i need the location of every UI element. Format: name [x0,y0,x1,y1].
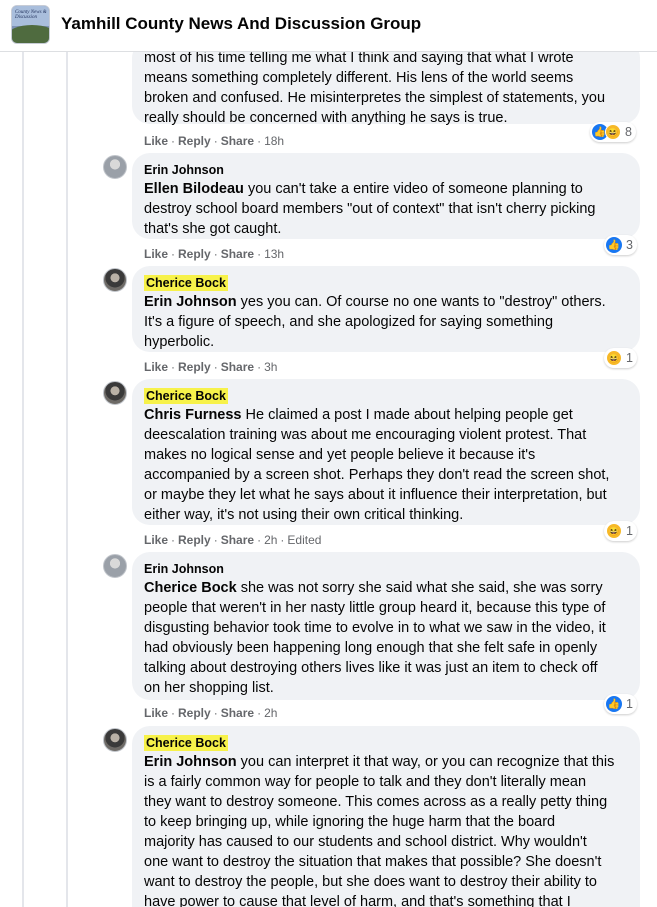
thread-line-inner [66,52,68,907]
comment-bubble: Erin Johnson Cherice Bock she was not so… [132,552,640,700]
mention-link[interactable]: Erin Johnson [144,294,237,310]
reply-button[interactable]: Reply [178,706,211,720]
reply-button[interactable]: Reply [178,533,211,547]
avatar[interactable] [103,381,127,405]
reaction-count: 1 [626,351,633,365]
mention-link[interactable]: Chris Furness [144,407,242,423]
reaction-count: 1 [626,524,633,538]
group-cover-thumbnail[interactable]: County News & Discussion [11,5,50,44]
comment-author[interactable]: Cherice Bock [144,735,228,751]
share-button[interactable]: Share [221,706,254,720]
avatar[interactable] [103,268,127,292]
reply-button[interactable]: Reply [178,247,211,261]
comment-actions: Like · Reply · Share · 2h · Edited [144,533,322,547]
reply-button[interactable]: Reply [178,360,211,374]
like-button[interactable]: Like [144,247,168,261]
comment-author[interactable]: Erin Johnson [144,561,224,577]
group-thumb-text: County News & Discussion [15,10,47,20]
reaction-count: 8 [625,125,632,139]
avatar[interactable] [103,155,127,179]
thread-line-outer [22,52,24,907]
share-button[interactable]: Share [221,247,254,261]
comment-text: Cherice Bock she was not sorry she said … [144,580,606,696]
comment-actions: Like · Reply · Share · 13h [144,247,285,261]
comment-author[interactable]: Cherice Bock [144,388,228,404]
reply-button[interactable]: Reply [178,134,211,148]
group-header: County News & Discussion Yamhill County … [0,0,657,52]
group-title[interactable]: Yamhill County News And Discussion Group [61,14,421,34]
haha-reaction-icon: 😆 [605,124,621,140]
share-button[interactable]: Share [221,134,254,148]
like-button[interactable]: Like [144,360,168,374]
reaction-summary[interactable]: 😆 1 [604,348,637,368]
reaction-summary[interactable]: 👍 😆 8 [590,122,636,142]
comment-timestamp[interactable]: 3h [264,360,277,374]
like-button[interactable]: Like [144,134,168,148]
comment-bubble: Erin Johnson Ellen Bilodeau you can't ta… [132,153,640,239]
comment-actions: Like · Reply · Share · 18h [144,134,285,148]
comment-actions: Like · Reply · Share · 2h [144,706,278,720]
avatar[interactable] [103,728,127,752]
comment-text: most of his time telling me what I think… [144,52,606,126]
comment-author[interactable]: Erin Johnson [144,162,224,178]
comment-timestamp[interactable]: 13h [264,247,284,261]
comment-thread: most of his time telling me what I think… [0,52,657,907]
comment-timestamp[interactable]: 2h [264,533,277,547]
haha-reaction-icon: 😆 [606,523,622,539]
like-reaction-icon: 👍 [606,696,622,712]
like-button[interactable]: Like [144,533,168,547]
haha-reaction-icon: 😆 [606,350,622,366]
comment-text: Ellen Bilodeau you can't take a entire v… [144,181,596,237]
reaction-summary[interactable]: 👍 1 [604,694,637,714]
avatar[interactable] [103,554,127,578]
comment-author[interactable]: Cherice Bock [144,275,228,291]
mention-link[interactable]: Ellen Bilodeau [144,181,244,197]
like-reaction-icon: 👍 [606,237,622,253]
comment-actions: Like · Reply · Share · 3h [144,360,278,374]
comment-text: Erin Johnson you can interpret it that w… [144,754,615,907]
reaction-count: 1 [626,697,633,711]
comment-bubble: Cherice Bock Chris Furness He claimed a … [132,379,640,525]
comment-timestamp[interactable]: 2h [264,706,277,720]
mention-link[interactable]: Cherice Bock [144,580,237,596]
reaction-summary[interactable]: 👍 3 [604,235,637,255]
like-button[interactable]: Like [144,706,168,720]
reaction-count: 3 [626,238,633,252]
comment-bubble: Cherice Bock Erin Johnson you can interp… [132,726,640,907]
reaction-summary[interactable]: 😆 1 [604,521,637,541]
comment-text: Chris Furness He claimed a post I made a… [144,407,610,523]
share-button[interactable]: Share [221,360,254,374]
share-button[interactable]: Share [221,533,254,547]
comment-bubble: most of his time telling me what I think… [132,52,640,126]
comment-text: Erin Johnson yes you can. Of course no o… [144,294,606,350]
comment-bubble: Cherice Bock Erin Johnson yes you can. O… [132,266,640,352]
comment-timestamp[interactable]: 18h [264,134,284,148]
mention-link[interactable]: Erin Johnson [144,754,237,770]
edited-label[interactable]: Edited [287,533,321,547]
